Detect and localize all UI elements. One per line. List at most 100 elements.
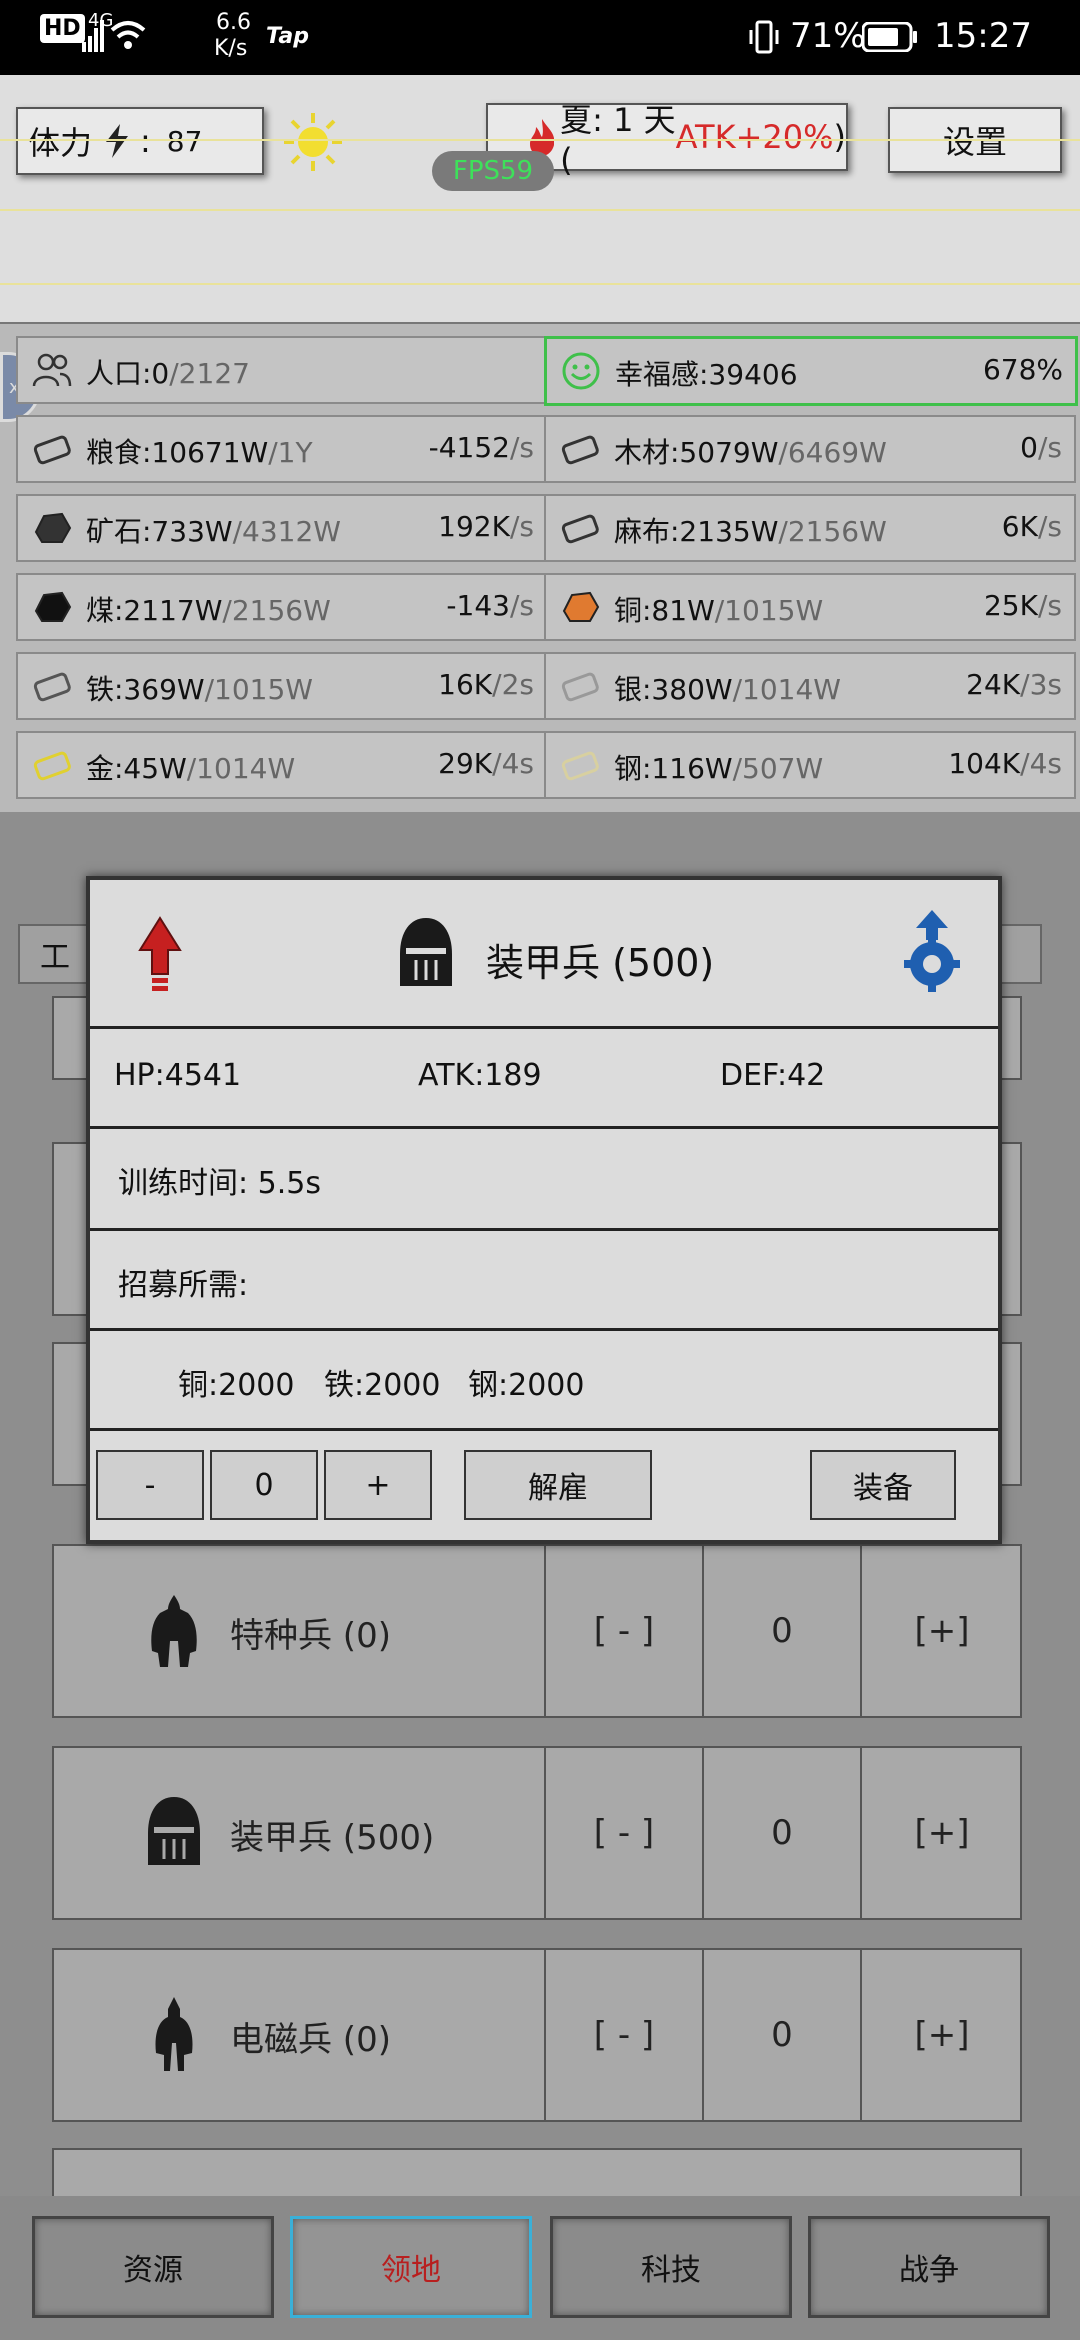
resource-card[interactable]: 麻布:2135W/2156W 6K/s — [544, 494, 1076, 562]
nav-resources[interactable]: 资源 — [32, 2216, 274, 2318]
nav-tech[interactable]: 科技 — [550, 2216, 792, 2318]
rate-unit: /2s — [492, 668, 534, 701]
tab-label[interactable]: 工 — [18, 924, 92, 984]
resource-cap: /2156W — [222, 594, 331, 627]
increase-button[interactable]: [+] — [860, 1546, 1022, 1716]
crested-helmet-icon — [155, 1997, 193, 2071]
iron-icon — [33, 672, 71, 702]
unit-name: 电磁兵 (0) — [230, 2020, 391, 2060]
copper-icon — [562, 591, 600, 622]
unit-name: 特种兵 (0) — [230, 1616, 391, 1656]
vibrate-icon — [749, 20, 779, 54]
resource-card[interactable]: 粮食:10671W/1Y -4152/s — [16, 415, 548, 483]
resource-amount: 麻布:2135W/2156W — [614, 510, 887, 550]
battery-icon — [862, 22, 917, 52]
rate-unit: /s — [1037, 510, 1062, 543]
knight-helmet-icon — [148, 1797, 200, 1865]
season-bonus: ATK+20% — [675, 118, 834, 156]
resource-value: 银:380W — [614, 673, 733, 706]
wood-icon — [561, 435, 599, 465]
dialog-title: 装甲兵 (500) — [486, 941, 715, 985]
decrease-button[interactable]: [ - ] — [544, 1546, 702, 1716]
signal-icon — [82, 20, 104, 52]
resource-value: 人口:0 — [86, 357, 170, 390]
rate-unit: /4s — [1020, 747, 1062, 780]
resource-card[interactable]: 矿石:733W/4312W 192K/s — [16, 494, 548, 562]
resource-rate: -143/s — [446, 589, 534, 622]
resource-value: 煤:2117W — [86, 594, 223, 627]
resource-card[interactable]: 钢:116W/507W 104K/4s — [544, 731, 1076, 799]
cost-iron: 铁:2000 — [324, 1368, 441, 1403]
train-time: 训练时间: 5.5s — [118, 1166, 321, 1201]
increase-button[interactable]: + — [324, 1450, 432, 1520]
resource-card[interactable]: 银:380W/1014W 24K/3s — [544, 652, 1076, 720]
resource-amount: 金:45W/1014W — [86, 747, 295, 787]
resource-card[interactable]: 幸福感:39406 678% — [544, 336, 1078, 406]
resource-value: 矿石:733W — [86, 515, 233, 548]
resource-value: 木材:5079W — [614, 436, 779, 469]
resource-cap: /1014W — [732, 673, 841, 706]
cost-copper: 铜:2000 — [178, 1368, 295, 1403]
dismiss-button[interactable]: 解雇 — [464, 1450, 652, 1520]
increase-button[interactable]: [+] — [860, 1950, 1022, 2120]
fps-badge: FPS59 — [432, 151, 554, 191]
decrease-button[interactable]: - — [96, 1450, 204, 1520]
hp-stat: HP:4541 — [114, 1058, 242, 1093]
resource-cap: /507W — [732, 752, 824, 785]
resource-cap: /4312W — [232, 515, 341, 548]
rate-value: 24K — [966, 668, 1021, 701]
resource-amount: 矿石:733W/4312W — [86, 510, 341, 550]
steel-icon — [561, 751, 599, 781]
resource-value: 金:45W — [86, 752, 187, 785]
rate-unit: /4s — [492, 747, 534, 780]
atk-stat: ATK:189 — [418, 1058, 542, 1093]
grain-icon — [33, 435, 71, 465]
resource-card[interactable]: 木材:5079W/6469W 0/s — [544, 415, 1076, 483]
equip-button[interactable]: 装备 — [810, 1450, 956, 1520]
smile-icon — [562, 352, 600, 390]
resource-amount: 人口:0/2127 — [86, 352, 250, 392]
count-field[interactable]: 0 — [210, 1450, 318, 1520]
resource-card[interactable]: 铁:369W/1015W 16K/2s — [16, 652, 548, 720]
resource-card[interactable]: 铜:81W/1015W 25K/s — [544, 573, 1076, 641]
resource-rate: 24K/3s — [966, 668, 1062, 701]
rate-unit: /3s — [1020, 668, 1062, 701]
nav-war[interactable]: 战争 — [808, 2216, 1050, 2318]
rate-value: 678% — [982, 353, 1063, 386]
spartan-helmet-icon — [151, 1595, 197, 1667]
resource-cap: /1015W — [204, 673, 313, 706]
rate-unit: /s — [509, 431, 534, 464]
increase-button[interactable]: [+] — [860, 1748, 1022, 1918]
count-value: 0 — [702, 1950, 860, 2120]
nav-territory[interactable]: 领地 — [290, 2216, 532, 2318]
stamina-box: 体力 : 87 — [16, 107, 264, 175]
resource-amount: 粮食:10671W/1Y — [86, 431, 313, 471]
resource-card[interactable]: 煤:2117W/2156W -143/s — [16, 573, 548, 641]
season-close: ) — [833, 118, 846, 156]
decrease-button[interactable]: [ - ] — [544, 1950, 702, 2120]
resource-rate: 192K/s — [438, 510, 534, 543]
resource-cap: /2127 — [169, 357, 250, 390]
resource-card[interactable]: 人口:0/2127 — [16, 336, 548, 404]
gear-upgrade-icon[interactable] — [902, 908, 962, 992]
rate-value: 192K — [438, 510, 510, 543]
linen-icon — [561, 514, 599, 544]
hd-badge: HD — [40, 14, 85, 43]
cost-steel: 钢:2000 — [468, 1368, 585, 1403]
resource-card[interactable]: 金:45W/1014W 29K/4s — [16, 731, 548, 799]
coal-icon — [34, 591, 72, 622]
net-speed-unit: K/s — [214, 36, 248, 61]
def-stat: DEF:42 — [720, 1058, 826, 1093]
resource-value: 钢:116W — [614, 752, 733, 785]
rate-value: 6K — [1001, 510, 1038, 543]
resource-amount: 木材:5079W/6469W — [614, 431, 887, 471]
recruit-label: 招募所需: — [118, 1268, 249, 1303]
rate-value: 25K — [983, 589, 1038, 622]
silver-icon — [561, 672, 599, 702]
decrease-button[interactable]: [ - ] — [544, 1748, 702, 1918]
resource-cap: /1014W — [186, 752, 296, 785]
rate-value: -143 — [446, 589, 510, 622]
season-label: 夏: 1 天 ( — [560, 101, 676, 179]
gold-icon — [33, 751, 71, 781]
upgrade-arrow-icon[interactable] — [138, 916, 182, 994]
